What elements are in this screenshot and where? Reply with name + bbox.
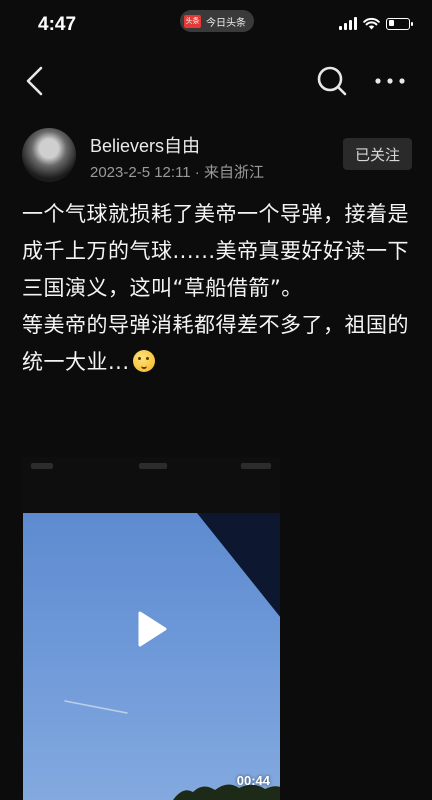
source-app-name: 今日头条 (206, 17, 246, 29)
follow-button[interactable]: 已关注 (342, 138, 412, 170)
author-header: Believers自由 2023-2-5 12:11 · 来自浙江 已关注 (22, 128, 412, 186)
wifi-icon (363, 17, 380, 30)
status-bar: 4:47 头条 今日头条 (0, 0, 432, 50)
search-icon (317, 66, 347, 96)
more-horizontal-icon (375, 78, 405, 84)
post-body: 一个气球就损耗了美帝一个导弹，接着是成千上万的气球......美帝真要好好读一下… (22, 196, 414, 381)
video-duration: 00:44 (236, 773, 270, 788)
post-location: 来自浙江 (203, 164, 264, 181)
post-date: 2023-2-5 12:11 (90, 164, 191, 181)
source-app-indicator[interactable]: 头条 今日头条 (180, 10, 254, 32)
more-options-button[interactable] (370, 67, 410, 95)
back-button[interactable] (20, 63, 54, 99)
toutiao-logo-icon: 头条 (184, 14, 201, 28)
status-time: 4:47 (38, 14, 77, 35)
video-inner-status-bar (31, 463, 271, 471)
cellular-signal-icon (339, 17, 357, 30)
author-avatar[interactable] (22, 128, 76, 182)
battery-fill (388, 20, 394, 26)
video-player[interactable]: 00:44 (23, 457, 280, 800)
author-name[interactable]: Believers自由 (90, 132, 200, 158)
search-button[interactable] (314, 64, 350, 98)
top-nav-bar (0, 55, 432, 107)
status-icons (339, 17, 413, 30)
post-text: 一个气球就损耗了美帝一个导弹，接着是成千上万的气球......美帝真要好好读一下… (22, 202, 410, 374)
video-screen-recording-header (23, 457, 280, 513)
thinking-face-emoji-icon (132, 350, 155, 372)
chevron-left-icon (26, 66, 43, 96)
battery-icon (386, 17, 413, 30)
missile-trail-icon (64, 700, 128, 714)
meta-separator: · (190, 164, 204, 181)
play-icon[interactable] (135, 609, 169, 649)
post-meta: 2023-2-5 12:11 · 来自浙江 (90, 161, 264, 182)
